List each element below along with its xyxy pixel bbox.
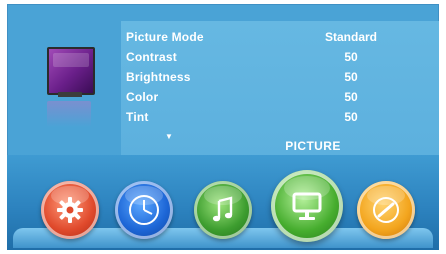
gear-icon [57, 197, 83, 223]
section-title: PICTURE [285, 139, 341, 153]
setting-row-tint[interactable]: Tint 50 [126, 110, 376, 130]
nav-time-button[interactable] [115, 181, 173, 239]
nav-settings-button[interactable] [41, 181, 99, 239]
setting-value[interactable]: Standard [306, 30, 396, 44]
setting-value[interactable]: 50 [306, 90, 396, 104]
setting-label: Color [126, 90, 159, 104]
settings-panel: Picture Mode Standard Contrast 50 Bright… [7, 4, 439, 157]
setting-label: Tint [126, 110, 149, 124]
nav-options-button[interactable] [357, 181, 415, 239]
setting-value[interactable]: 50 [306, 110, 396, 124]
nav-audio-button[interactable] [194, 181, 252, 239]
setting-value[interactable]: 50 [306, 50, 396, 64]
tv-stand [58, 92, 82, 97]
nav-picture-button[interactable] [271, 170, 343, 242]
monitor-icon [292, 192, 322, 220]
setting-value[interactable]: 50 [306, 70, 396, 84]
setting-row-brightness[interactable]: Brightness 50 [126, 70, 376, 90]
setting-label: Brightness [126, 70, 191, 84]
setting-row-contrast[interactable]: Contrast 50 [126, 50, 376, 70]
wrench-icon [373, 197, 399, 223]
tv-osd-menu: Picture Mode Standard Contrast 50 Bright… [7, 4, 439, 250]
scroll-down-icon[interactable]: ▼ [165, 132, 173, 141]
setting-row-picture-mode[interactable]: Picture Mode Standard [126, 30, 377, 50]
tv-preview-image [44, 45, 96, 133]
setting-label: Picture Mode [126, 30, 204, 44]
clock-icon [129, 195, 159, 225]
setting-row-color[interactable]: Color 50 [126, 90, 376, 110]
tv-screen [47, 47, 95, 95]
setting-label: Contrast [126, 50, 177, 64]
music-note-icon [212, 196, 233, 222]
picture-settings-list: Picture Mode Standard Contrast 50 Bright… [126, 30, 377, 130]
tv-reflection [47, 101, 91, 127]
